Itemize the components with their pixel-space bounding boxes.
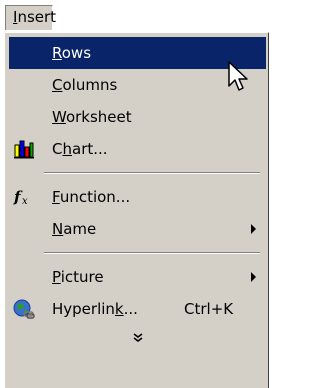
chart-icon xyxy=(14,140,34,159)
menu-item-chart-label: Chart... xyxy=(52,140,108,158)
insert-menu-label: Insert xyxy=(13,8,57,26)
menu-separator xyxy=(9,165,266,181)
menu-separator xyxy=(9,245,266,261)
menu-item-name-label: Name xyxy=(52,220,97,238)
function-icon: f x xyxy=(13,188,28,207)
svg-text:x: x xyxy=(22,196,28,207)
insert-menu-title[interactable]: Insert xyxy=(5,5,57,30)
menu-item-picture[interactable]: Picture xyxy=(9,261,266,293)
hyperlink-icon xyxy=(13,299,35,319)
menu-item-chart[interactable]: Chart... xyxy=(9,133,266,165)
menu-item-function-label: Function... xyxy=(52,188,131,206)
menu-item-columns-label: Columns xyxy=(52,76,118,94)
submenu-arrow-icon xyxy=(251,224,256,234)
menu-item-hyperlink[interactable]: Hyperlink... Ctrl+K xyxy=(9,293,266,325)
mouse-pointer-icon xyxy=(228,61,248,91)
menu-item-picture-label: Picture xyxy=(52,268,104,286)
menu-item-worksheet[interactable]: Worksheet xyxy=(9,101,266,133)
expand-more-icon xyxy=(133,333,142,342)
menu-item-worksheet-label: Worksheet xyxy=(52,108,132,126)
menu-item-rows-label: Rows xyxy=(52,44,92,62)
submenu-arrow-icon xyxy=(251,272,256,282)
menu-item-hyperlink-label: Hyperlink... xyxy=(52,300,138,318)
expand-menu-button[interactable] xyxy=(9,325,266,351)
menu-item-hyperlink-shortcut: Ctrl+K xyxy=(184,300,234,318)
menu-item-function[interactable]: f x Function... xyxy=(9,181,266,213)
menu-item-name[interactable]: Name xyxy=(9,213,266,245)
